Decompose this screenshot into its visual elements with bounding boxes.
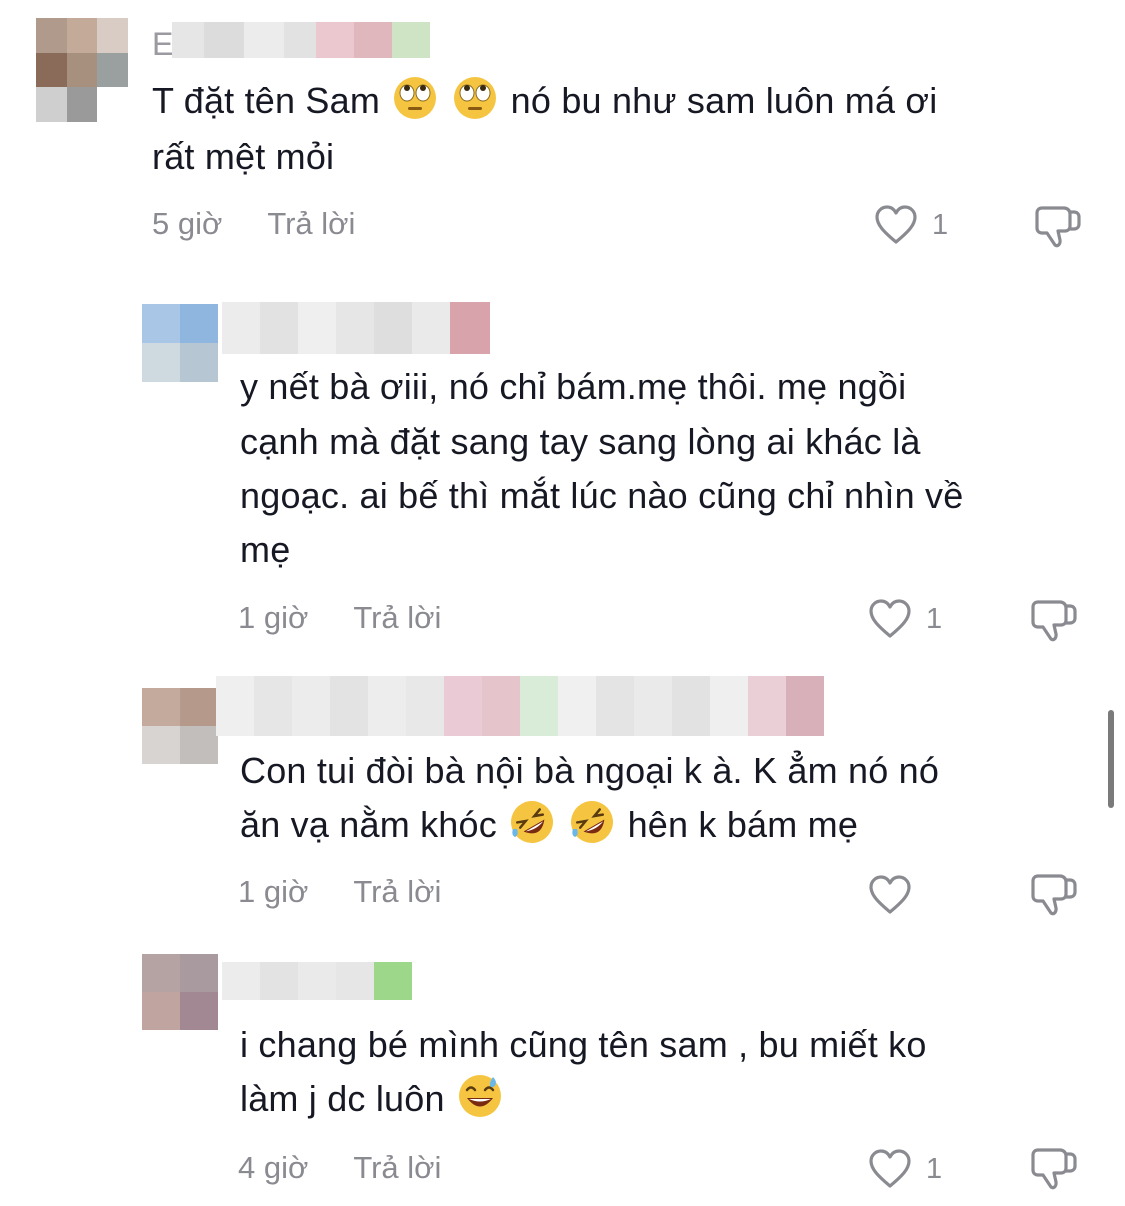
comment-text: làm j dc luôn (240, 1072, 505, 1126)
rolling-eyes-emoji-icon (394, 77, 437, 119)
rofl-emoji-icon (511, 801, 554, 843)
reply-button[interactable]: Trả lời (353, 600, 441, 636)
scrollbar[interactable] (1108, 710, 1114, 808)
comment-text-line: Con tui đòi bà nội bà ngoại k à. K ẳm nó… (240, 750, 940, 791)
comment-meta: 5 giờ Trả lời (152, 206, 355, 242)
dislike-button[interactable] (1030, 1146, 1078, 1197)
grinning-sweat-emoji-icon (458, 1075, 501, 1117)
rolling-eyes-emoji-icon (454, 77, 497, 119)
comment-text-part: T đặt tên Sam (152, 80, 381, 121)
comment-text-line: cạnh mà đặt sang tay sang lòng ai khác l… (240, 421, 921, 462)
comment-text-part: nó bu như sam luôn má ơi (510, 80, 938, 121)
like-count: 1 (926, 602, 943, 635)
avatar[interactable] (36, 18, 128, 122)
avatar[interactable] (142, 954, 218, 1030)
like-count: 1 (932, 208, 949, 241)
comment-time: 1 giờ (238, 600, 309, 635)
author-name-blurred[interactable] (222, 302, 490, 354)
like-button[interactable]: 1 (868, 1148, 942, 1190)
author-initial: E (152, 26, 174, 62)
comment-text-line: rất mệt mỏi (152, 136, 335, 177)
reply-button[interactable]: Trả lời (353, 1150, 441, 1186)
author-name-blurred[interactable] (216, 676, 824, 736)
comment-text-part: hên k bám mẹ (627, 804, 859, 845)
reply-button[interactable]: Trả lời (353, 874, 441, 910)
comment-meta: 4 giờ Trả lời (238, 1150, 441, 1186)
comment-text: T đặt tên Sam nó bu như sam luôn má ơi (152, 74, 937, 128)
comment-text-part: ăn vạ nằm khóc (240, 804, 497, 845)
comment-time: 4 giờ (238, 1150, 309, 1185)
comment-text-part: làm j dc luôn (240, 1078, 445, 1119)
dislike-button[interactable] (1030, 872, 1078, 923)
author-name-blurred[interactable] (222, 962, 412, 1000)
like-count: 1 (926, 1152, 943, 1185)
comment-text-line: i chang bé mình cũng tên sam , bu miết k… (240, 1024, 927, 1065)
comment-text-line: ngoạc. ai bế thì mắt lúc nào cũng chỉ nh… (240, 475, 964, 516)
like-button[interactable]: 1 (874, 204, 948, 246)
comment-time: 1 giờ (238, 874, 309, 909)
heart-outline-icon (875, 205, 917, 244)
rofl-emoji-icon (571, 801, 614, 843)
thumbs-down-icon (1031, 874, 1077, 916)
avatar[interactable] (142, 688, 218, 764)
thumbs-down-icon (1035, 206, 1081, 248)
comment-time: 5 giờ (152, 206, 223, 241)
heart-outline-icon (869, 1149, 911, 1188)
avatar[interactable] (142, 304, 218, 382)
thumbs-down-icon (1031, 1148, 1077, 1190)
thumbs-down-icon (1031, 600, 1077, 642)
comment-text-line: y nết bà ơiii, nó chỉ bám.mẹ thôi. mẹ ng… (240, 366, 907, 407)
heart-outline-icon (869, 599, 911, 638)
comment-meta: 1 giờ Trả lời (238, 600, 441, 636)
comment-meta: 1 giờ Trả lời (238, 874, 441, 910)
reply-button[interactable]: Trả lời (267, 206, 355, 242)
dislike-button[interactable] (1030, 598, 1078, 649)
comment-text-line: mẹ (240, 529, 291, 570)
like-button[interactable]: 1 (868, 598, 942, 640)
author-name-blurred[interactable] (172, 22, 430, 58)
dislike-button[interactable] (1034, 204, 1082, 255)
like-button[interactable] (868, 874, 926, 916)
heart-outline-icon (869, 875, 911, 914)
comment-text: ăn vạ nằm khóc hên k bám mẹ (240, 798, 858, 852)
